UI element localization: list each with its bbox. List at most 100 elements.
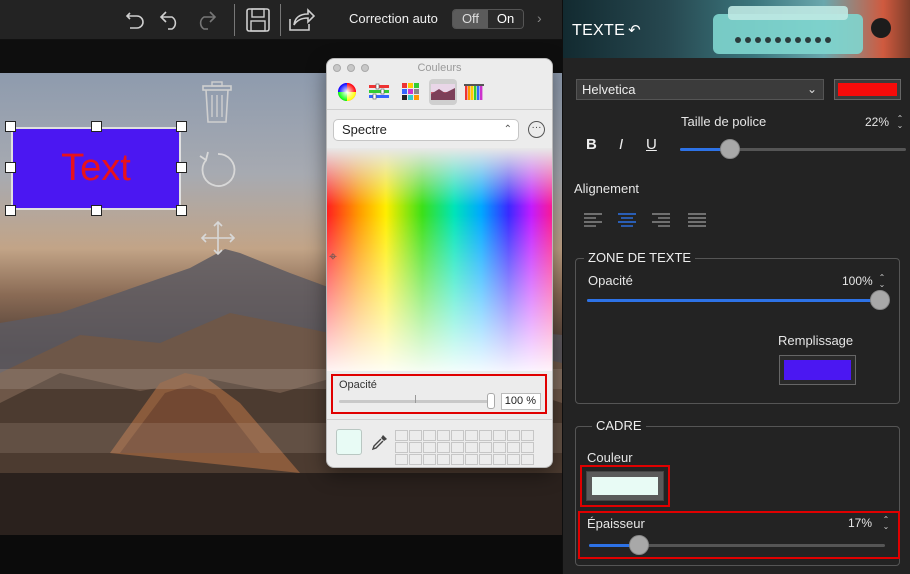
empty-swatch-slot[interactable]: [409, 442, 422, 453]
autocorrect-toggle[interactable]: Off On: [452, 9, 524, 29]
resize-handle-right[interactable]: [176, 162, 187, 173]
empty-swatch-slot[interactable]: [507, 430, 520, 441]
thickness-label: Épaisseur: [587, 516, 645, 531]
eyedropper-icon[interactable]: [371, 433, 389, 451]
color-palettes-tab[interactable]: [397, 79, 425, 105]
empty-swatch-slot[interactable]: [493, 442, 506, 453]
bold-button[interactable]: B: [586, 136, 597, 153]
empty-swatch-slot[interactable]: [423, 430, 436, 441]
frame-color-swatch[interactable]: [586, 471, 664, 501]
rotate-icon[interactable]: [196, 148, 240, 192]
resize-handle-bottom-left[interactable]: [5, 205, 16, 216]
image-palettes-tab[interactable]: [429, 79, 457, 105]
opacity-value-field[interactable]: 100 %: [501, 393, 541, 410]
opacity-slider[interactable]: [339, 400, 493, 403]
resize-handle-top-right[interactable]: [176, 121, 187, 132]
empty-swatch-slot[interactable]: [465, 430, 478, 441]
chevron-down-icon: ⌄: [806, 82, 817, 96]
toggle-off-option[interactable]: Off: [453, 10, 488, 28]
empty-swatch-slot[interactable]: [437, 442, 450, 453]
spectrum-picker[interactable]: [327, 148, 552, 371]
thickness-slider[interactable]: [589, 535, 885, 555]
resize-handle-left[interactable]: [5, 162, 16, 173]
underline-button[interactable]: U: [646, 136, 657, 153]
text-zone-opacity-slider[interactable]: [587, 290, 890, 310]
palette-mode-value: Spectre: [342, 122, 387, 137]
text-zone-group: ZONE DE TEXTE Opacité 100% ⌃ ⌄ Remplissag…: [575, 250, 900, 404]
font-size-stepper[interactable]: ⌃ ⌄: [896, 115, 904, 130]
empty-swatch-slot[interactable]: [493, 430, 506, 441]
redo-icon[interactable]: [191, 6, 221, 34]
resize-handle-top-left[interactable]: [5, 121, 16, 132]
text-zone-opacity-stepper[interactable]: ⌃ ⌄: [878, 274, 886, 289]
empty-swatch-slot[interactable]: [521, 454, 534, 465]
font-family-select[interactable]: Helvetica ⌄: [576, 79, 824, 100]
font-size-slider-knob[interactable]: [719, 139, 740, 159]
crosshair-icon: ⌖: [329, 248, 337, 264]
saved-swatches-grid[interactable]: [395, 430, 534, 465]
empty-swatch-slot[interactable]: [479, 430, 492, 441]
empty-swatch-slot[interactable]: [451, 442, 464, 453]
empty-swatch-slot[interactable]: [465, 442, 478, 453]
trash-icon[interactable]: [199, 80, 235, 124]
move-icon[interactable]: [198, 218, 238, 258]
font-color-swatch[interactable]: [834, 79, 901, 100]
resize-handle-top[interactable]: [91, 121, 102, 132]
empty-swatch-slot[interactable]: [437, 430, 450, 441]
palette-mode-select[interactable]: Spectre ⌃⌄: [333, 119, 519, 155]
share-icon[interactable]: [286, 6, 316, 34]
thickness-slider-knob[interactable]: [629, 535, 650, 555]
resize-handle-bottom[interactable]: [91, 205, 102, 216]
empty-swatch-slot[interactable]: [521, 430, 534, 441]
empty-swatch-slot[interactable]: [423, 454, 436, 465]
fill-color-swatch[interactable]: [779, 355, 856, 385]
empty-swatch-slot[interactable]: [451, 430, 464, 441]
color-wheel-tab[interactable]: [333, 79, 361, 105]
properties-panel: TEXTE ↶ Helvetica ⌄ Taille de police 22% …: [562, 0, 910, 574]
empty-swatch-slot[interactable]: [451, 454, 464, 465]
empty-swatch-slot[interactable]: [479, 454, 492, 465]
empty-swatch-slot[interactable]: [395, 454, 408, 465]
undo-history-icon[interactable]: [120, 6, 150, 34]
empty-swatch-slot[interactable]: [437, 454, 450, 465]
undo-icon[interactable]: [155, 6, 185, 34]
current-color-swatch[interactable]: [336, 429, 362, 455]
empty-swatch-slot[interactable]: [395, 430, 408, 441]
empty-swatch-slot[interactable]: [423, 442, 436, 453]
tab-divider: [327, 109, 552, 110]
autocorrect-label: Correction auto: [349, 11, 438, 26]
font-size-slider[interactable]: [680, 139, 906, 159]
opacity-slider-knob[interactable]: [487, 393, 495, 409]
empty-swatch-slot[interactable]: [507, 454, 520, 465]
empty-swatch-slot[interactable]: [409, 454, 422, 465]
save-icon[interactable]: [243, 6, 273, 34]
thickness-control-highlighted: Épaisseur 17% ⌃ ⌄: [578, 511, 900, 559]
empty-swatch-slot[interactable]: [493, 454, 506, 465]
toggle-on-option[interactable]: On: [488, 10, 523, 28]
opacity-midpoint-tick: [415, 395, 416, 403]
align-right-icon[interactable]: [651, 212, 671, 228]
colors-titlebar[interactable]: Couleurs: [327, 59, 552, 77]
empty-swatch-slot[interactable]: [409, 430, 422, 441]
text-zone-opacity-knob[interactable]: [870, 290, 890, 310]
chevron-right-icon[interactable]: ›: [537, 10, 542, 26]
crayons-tab[interactable]: [461, 79, 489, 105]
empty-swatch-slot[interactable]: [395, 442, 408, 453]
resize-handle-bottom-right[interactable]: [176, 205, 187, 216]
canvas-bottom-bar: [0, 535, 562, 574]
empty-swatch-slot[interactable]: [507, 442, 520, 453]
palette-grid-icon: [402, 83, 419, 100]
thickness-stepper[interactable]: ⌃ ⌄: [882, 516, 890, 531]
align-left-icon[interactable]: [583, 212, 603, 228]
empty-swatch-slot[interactable]: [521, 442, 534, 453]
align-justify-icon[interactable]: [687, 212, 707, 228]
italic-button[interactable]: I: [619, 136, 623, 153]
color-sliders-tab[interactable]: [365, 79, 393, 105]
empty-swatch-slot[interactable]: [479, 442, 492, 453]
empty-swatch-slot[interactable]: [465, 454, 478, 465]
text-object-label[interactable]: Text: [61, 147, 131, 190]
undo-arrow-icon[interactable]: ↶: [628, 22, 641, 39]
more-options-button[interactable]: ···: [528, 121, 545, 138]
align-center-icon[interactable]: [617, 212, 637, 228]
text-object[interactable]: Text: [11, 127, 181, 210]
